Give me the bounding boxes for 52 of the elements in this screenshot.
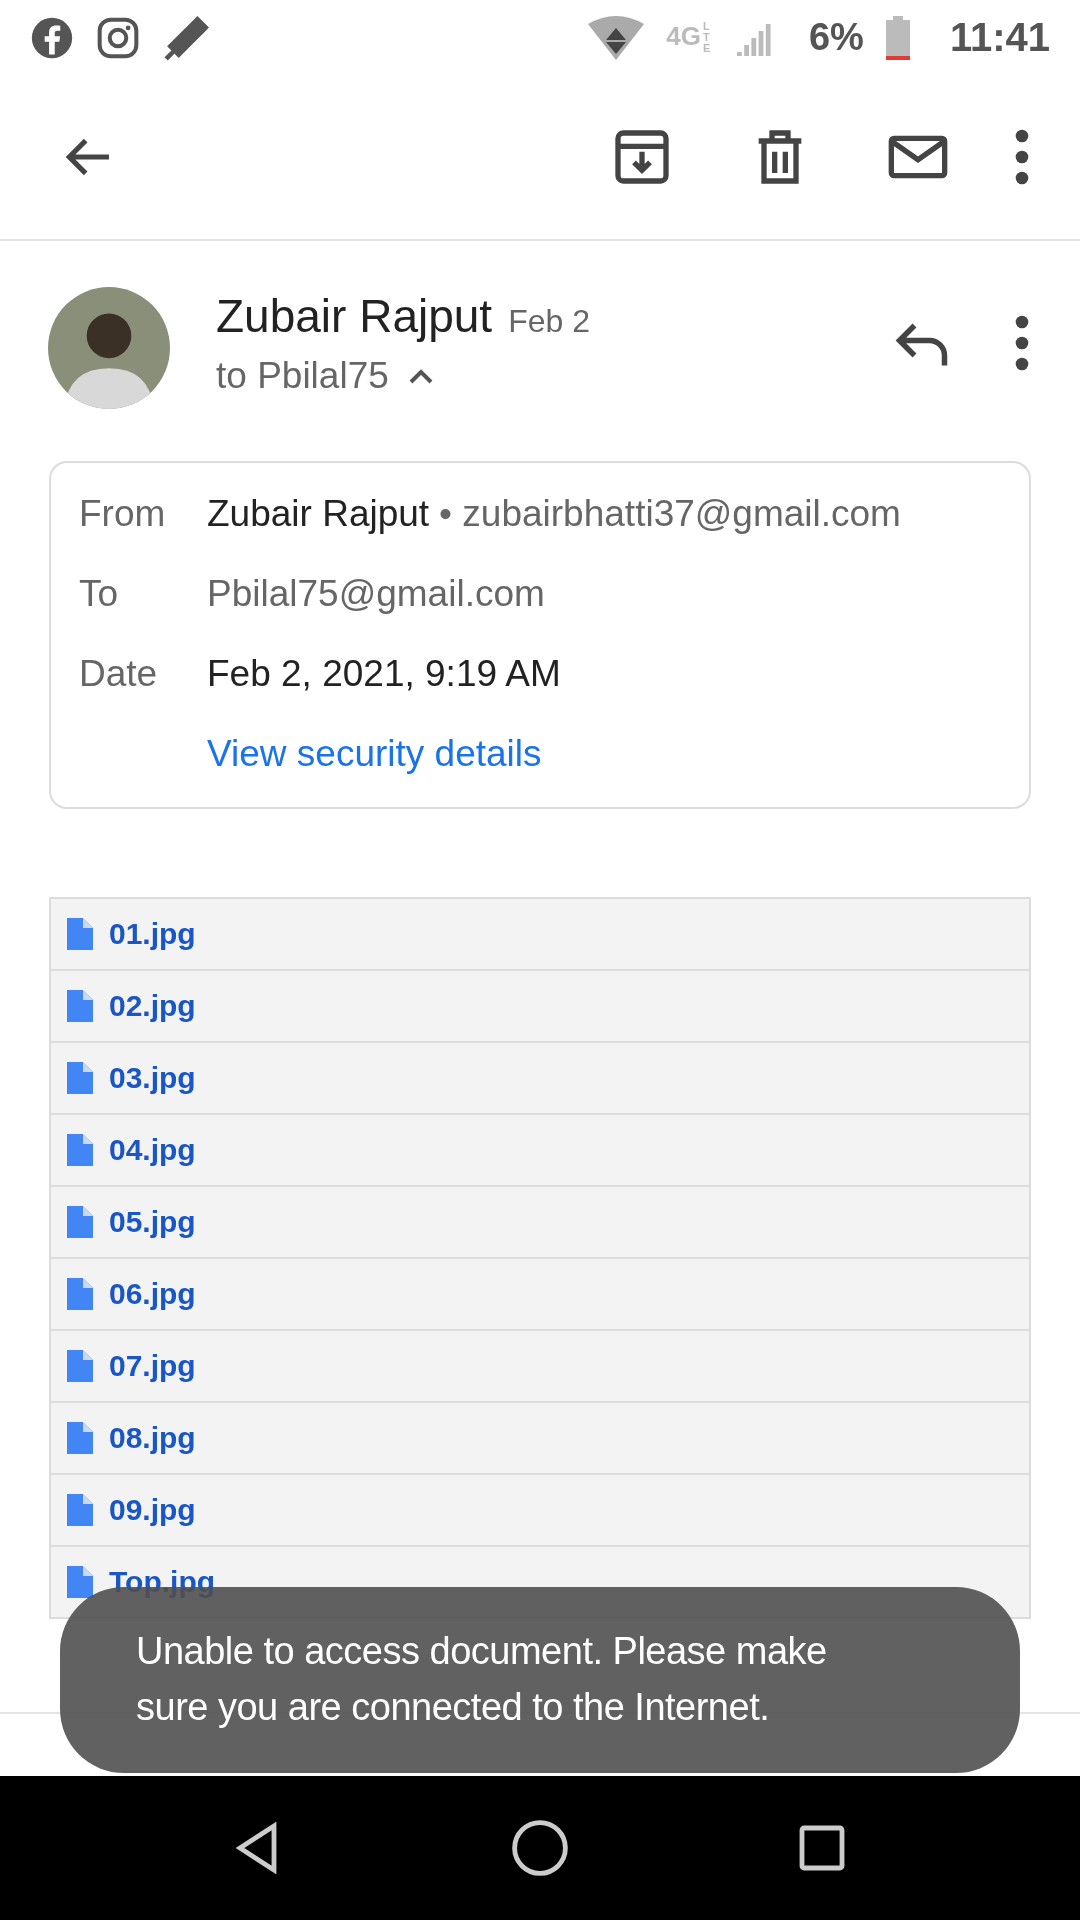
detail-label: Date [79,653,159,695]
recipient-toggle[interactable]: to Pbilal75 [216,355,882,397]
square-recents-icon [797,1824,846,1872]
attachment-row[interactable]: 09.jpg [51,1473,1029,1545]
network-subtype: LTE [702,21,712,54]
detail-label: From [79,493,167,535]
file-icon [67,1278,93,1310]
attachment-link[interactable]: 03.jpg [109,1061,196,1095]
file-icon [67,918,93,950]
security-details-link[interactable]: View security details [207,733,1029,775]
more-icon [1014,129,1030,185]
sender-name: Zubair Rajput [216,289,493,343]
attachment-link[interactable]: 07.jpg [109,1349,196,1383]
file-icon [67,1566,93,1598]
attachment-link[interactable]: 02.jpg [109,989,196,1023]
attachment-row[interactable]: 01.jpg [51,899,1029,969]
file-icon [67,1206,93,1238]
circle-home-icon [511,1819,569,1877]
file-icon [67,1494,93,1526]
detail-value: Zubair Rajput [207,493,430,535]
file-icon [67,1134,93,1166]
file-icon [67,1062,93,1094]
file-icon [67,990,93,1022]
attachment-row[interactable]: 02.jpg [51,969,1029,1041]
attachment-row[interactable]: 05.jpg [51,1185,1029,1257]
battery-percent: 6% [808,16,864,59]
sender-email: • zubairbhatti37@gmail.com [439,493,901,535]
wifi-icon [588,15,645,60]
attachment-row[interactable]: 07.jpg [51,1329,1029,1401]
facebook-icon [30,15,74,60]
attachment-row[interactable]: 03.jpg [51,1041,1029,1113]
attachment-row[interactable]: 08.jpg [51,1401,1029,1473]
instagram-icon [96,15,140,60]
file-icon [67,1350,93,1382]
file-icon [67,1422,93,1454]
network-type: 4G [666,21,701,52]
message-date: Feb 2 [508,303,590,340]
clock-time: 11:41 [949,15,1050,60]
battery-icon [885,15,910,60]
attachment-link[interactable]: 08.jpg [109,1421,196,1455]
more-icon [1014,315,1030,371]
attachment-row[interactable]: 06.jpg [51,1257,1029,1329]
detail-value: Pbilal75@gmail.com [207,573,546,615]
attachment-link[interactable]: 01.jpg [109,917,196,951]
attachment-link[interactable]: 09.jpg [109,1493,196,1527]
detail-label: To [79,573,120,615]
attachment-link[interactable]: 04.jpg [109,1133,196,1167]
detail-value: Feb 2, 2021, 9:19 AM [207,653,562,695]
attachment-link[interactable]: 05.jpg [109,1205,196,1239]
error-toast: Unable to access document. Please make sure you are connected to the Internet. [60,1587,1020,1773]
attachment-row[interactable]: 04.jpg [51,1113,1029,1185]
attachment-link[interactable]: 06.jpg [109,1277,196,1311]
